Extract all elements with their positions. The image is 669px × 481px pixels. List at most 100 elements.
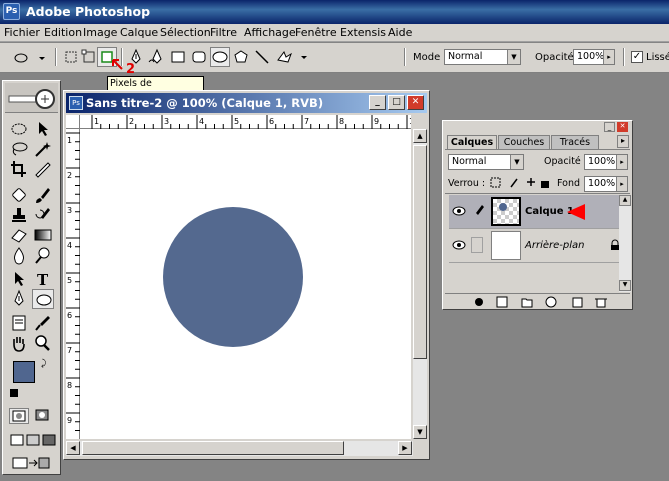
slice-tool-icon[interactable]	[32, 159, 54, 179]
ellipse-tool-icon[interactable]	[32, 289, 54, 309]
gradient-tool-icon[interactable]	[32, 225, 54, 245]
minimize-button[interactable]: _	[369, 95, 386, 110]
lock-pixels-icon[interactable]	[510, 178, 518, 188]
link-slot[interactable]	[471, 237, 483, 253]
menu-filtre[interactable]: Filtre	[210, 26, 237, 39]
eye-icon[interactable]	[452, 239, 466, 251]
mode-value: Normal	[448, 51, 483, 62]
custom-shape-icon[interactable]	[273, 47, 309, 67]
scroll-left-icon[interactable]: ◀	[66, 441, 80, 455]
menu-extensis[interactable]: Extensis	[340, 26, 386, 39]
brush-tool-icon[interactable]	[32, 185, 54, 205]
shape-layers-icon[interactable]	[61, 47, 81, 67]
dodge-tool-icon[interactable]	[32, 245, 54, 265]
adjustment-layer-icon[interactable]	[545, 296, 557, 308]
marquee-tool-icon[interactable]	[8, 119, 30, 139]
default-colors-icon[interactable]	[10, 389, 18, 397]
new-layer-icon[interactable]	[572, 297, 583, 308]
scroll-down-icon[interactable]: ▼	[619, 280, 631, 291]
tab-traces[interactable]: Tracés	[551, 135, 599, 149]
magic-wand-icon[interactable]	[32, 139, 54, 159]
layer-row[interactable]: Calque 1	[449, 195, 621, 229]
swap-colors-icon[interactable]: ⤸	[41, 359, 46, 369]
menu-aide[interactable]: Aide	[388, 26, 412, 39]
close-button[interactable]: ✕	[407, 95, 424, 110]
document-canvas[interactable]	[80, 129, 411, 439]
crop-tool-icon[interactable]	[8, 159, 30, 179]
eraser-tool-icon[interactable]	[8, 225, 30, 245]
polygon-shape-icon[interactable]	[231, 47, 251, 67]
menu-calque[interactable]: Calque	[120, 26, 158, 39]
adobe-online-icon[interactable]	[5, 83, 58, 113]
hand-tool-icon[interactable]	[8, 333, 30, 353]
blend-mode-select[interactable]: Normal ▼	[448, 154, 524, 170]
freeform-pen-icon[interactable]	[146, 47, 166, 67]
horizontal-scrollbar[interactable]: ◀ ▶	[66, 441, 413, 456]
layer-opacity-input[interactable]: 100% ▸	[584, 154, 628, 170]
line-shape-icon[interactable]	[252, 47, 272, 67]
paths-icon[interactable]	[79, 47, 99, 67]
foreground-color-swatch[interactable]	[13, 361, 35, 383]
jump-to-imageready-icon[interactable]	[11, 455, 51, 471]
quick-mask-icon[interactable]	[33, 408, 53, 424]
tab-calques[interactable]: Calques	[447, 135, 497, 149]
scroll-up-icon[interactable]: ▲	[413, 129, 427, 143]
menu-selection[interactable]: Sélection	[160, 26, 211, 39]
minimize-panel-button[interactable]: _	[604, 122, 615, 132]
horizontal-scroll-thumb[interactable]	[82, 441, 344, 455]
layers-scrollbar[interactable]: ▲ ▼	[619, 195, 631, 292]
new-group-icon[interactable]	[521, 298, 533, 308]
ruler-v-label: 8	[67, 381, 72, 390]
mode-select[interactable]: Normal ▼	[444, 49, 521, 65]
maximize-button[interactable]: □	[388, 95, 405, 110]
notes-tool-icon[interactable]	[8, 313, 30, 333]
horizontal-ruler: 1 2 3 4 5 6 7 8 9 10	[80, 115, 425, 129]
menu-fichier[interactable]: Fichier	[4, 26, 40, 39]
trash-icon[interactable]	[595, 298, 607, 308]
scroll-right-icon[interactable]: ▶	[398, 441, 412, 455]
circle-shape[interactable]	[163, 207, 303, 347]
layer-mask-icon[interactable]	[496, 296, 508, 308]
lock-transparency-icon[interactable]	[490, 177, 501, 188]
tool-preset-picker[interactable]	[8, 47, 48, 67]
vertical-scroll-thumb[interactable]	[413, 145, 427, 359]
smooth-checkbox[interactable]: ✓	[631, 51, 643, 63]
panel-menu-icon[interactable]: ▸	[617, 135, 629, 148]
lock-all-icon[interactable]	[541, 181, 549, 188]
menu-affichage[interactable]: Affichage	[244, 26, 296, 39]
scroll-up-icon[interactable]: ▲	[619, 195, 631, 206]
blend-mode-value: Normal	[452, 156, 487, 167]
fill-input[interactable]: 100% ▸	[584, 176, 628, 192]
layer-style-icon[interactable]	[475, 298, 483, 306]
path-selection-icon[interactable]	[8, 269, 30, 289]
close-panel-button[interactable]: ✕	[617, 122, 628, 132]
layer-row[interactable]: Arrière-plan	[449, 229, 621, 263]
vertical-scrollbar[interactable]: ▲ ▼	[413, 129, 427, 439]
zoom-tool-icon[interactable]	[32, 333, 54, 353]
type-tool-icon[interactable]: T	[32, 269, 54, 289]
scroll-down-icon[interactable]: ▼	[413, 425, 427, 439]
pen-tool-icon[interactable]	[8, 289, 30, 309]
eye-icon[interactable]	[452, 205, 466, 217]
menu-image[interactable]: Image	[83, 26, 117, 39]
ruler-origin[interactable]	[66, 115, 80, 129]
eyedropper-icon[interactable]	[32, 313, 54, 333]
standard-mode-icon[interactable]	[9, 408, 29, 424]
rectangle-shape-icon[interactable]	[168, 47, 188, 67]
lasso-tool-icon[interactable]	[8, 139, 30, 159]
move-tool-icon[interactable]	[32, 119, 54, 139]
screen-modes-icon[interactable]	[9, 433, 57, 447]
toolbox: T ⤸	[2, 80, 61, 475]
healing-brush-icon[interactable]	[8, 185, 30, 205]
tab-couches[interactable]: Couches	[498, 135, 550, 149]
ellipse-shape-icon[interactable]	[210, 47, 230, 67]
clone-stamp-icon[interactable]	[8, 205, 30, 225]
rounded-rectangle-icon[interactable]	[189, 47, 209, 67]
blur-tool-icon[interactable]	[8, 245, 30, 265]
layer-name[interactable]: Arrière-plan	[525, 240, 584, 251]
lock-position-icon[interactable]	[527, 178, 535, 186]
menu-edition[interactable]: Edition	[44, 26, 82, 39]
opacity-input[interactable]: 100% ▸	[573, 49, 615, 65]
menu-fenetre[interactable]: Fenêtre	[295, 26, 337, 39]
history-brush-icon[interactable]	[32, 205, 54, 225]
